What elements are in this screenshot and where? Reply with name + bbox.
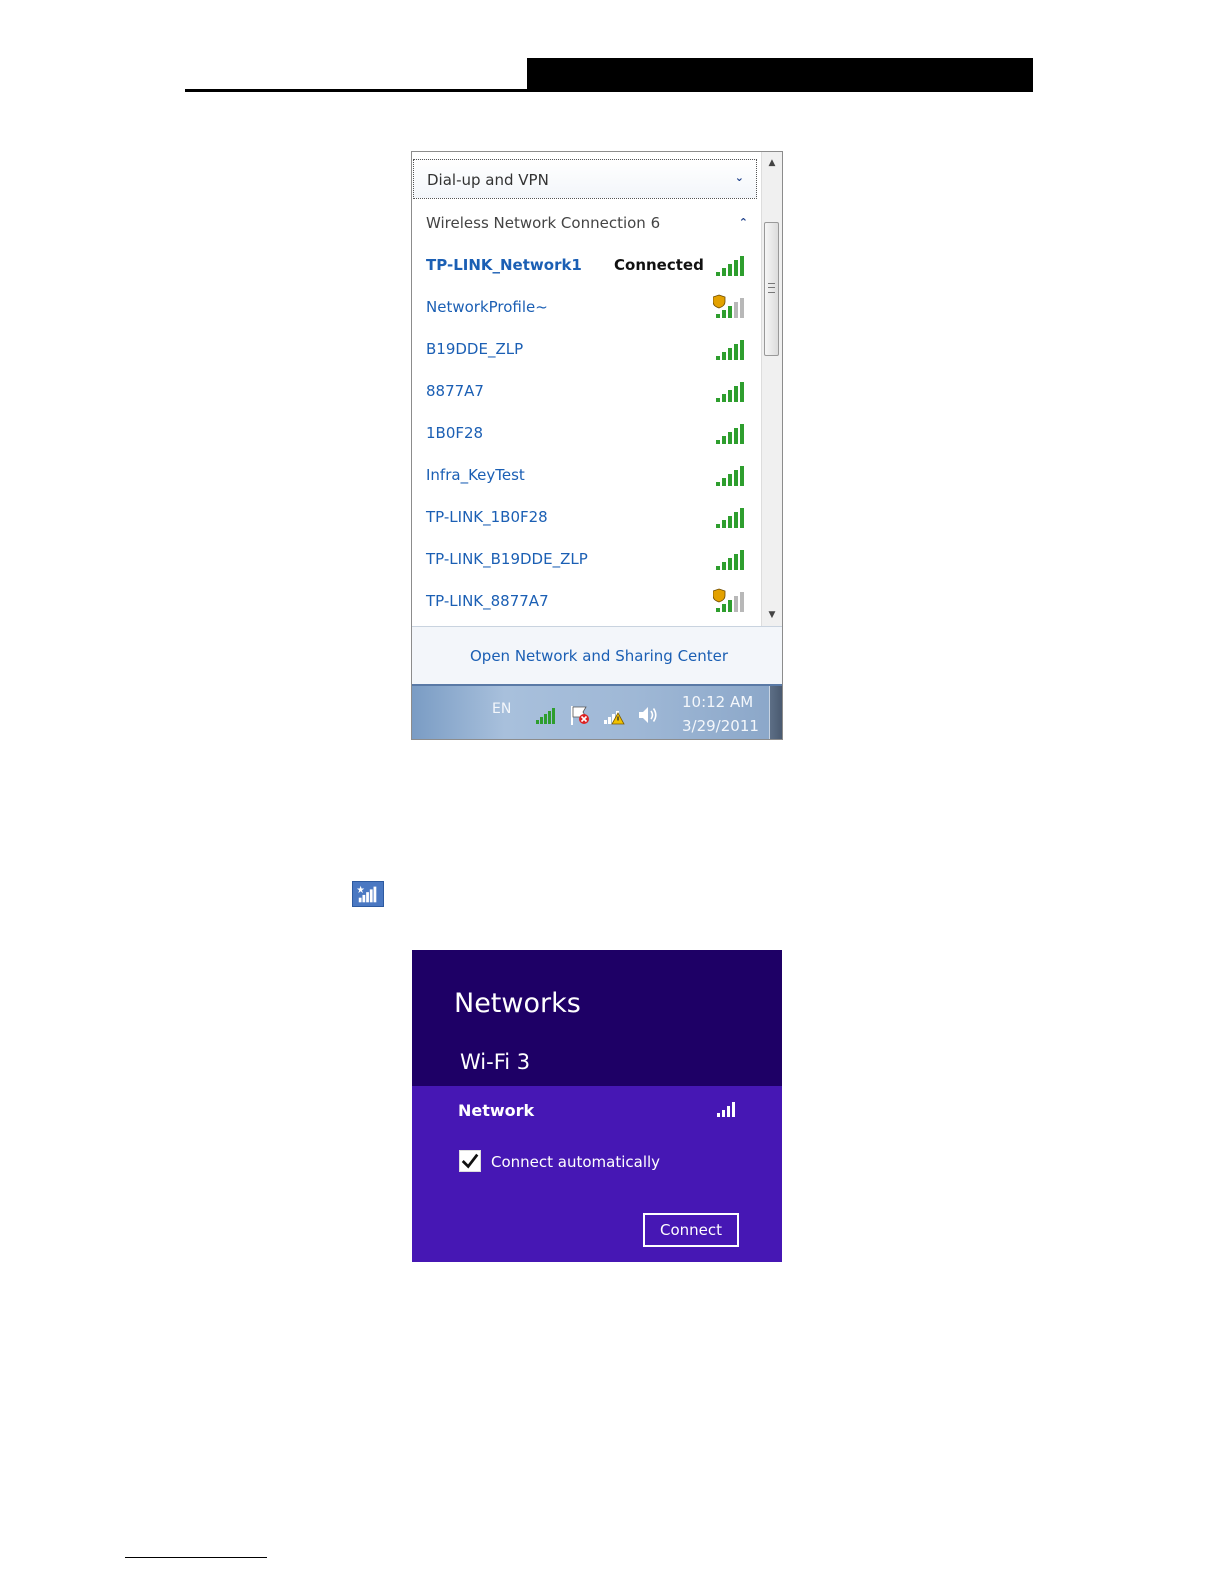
signal-strength-icon bbox=[716, 256, 744, 276]
grip-icon bbox=[768, 283, 775, 293]
network-name: B19DDE_ZLP bbox=[426, 340, 524, 358]
wireless-network-tray-icon bbox=[352, 881, 384, 907]
adapter-name: Wi-Fi 3 bbox=[460, 1050, 531, 1074]
wireless-signal-icon[interactable] bbox=[534, 704, 558, 726]
chevron-up-icon[interactable]: ⌃ bbox=[739, 216, 748, 229]
checkmark-icon bbox=[461, 1153, 479, 1169]
clock-time[interactable]: 10:12 AM bbox=[682, 693, 753, 711]
network-list: Dial-up and VPN ⌄ Wireless Network Conne… bbox=[412, 152, 760, 626]
network-name: Network bbox=[458, 1101, 535, 1120]
network-item[interactable]: Infra_KeyTest bbox=[412, 456, 760, 496]
dialup-vpn-header[interactable]: Dial-up and VPN ⌄ bbox=[413, 159, 757, 199]
panel-title: Networks bbox=[454, 988, 581, 1019]
dialup-vpn-label: Dial-up and VPN bbox=[427, 171, 549, 189]
network-name: NetworkProfile~ bbox=[426, 298, 548, 316]
signal-strength-icon bbox=[716, 424, 744, 444]
signal-strength-icon bbox=[716, 382, 744, 402]
section-header-wireless[interactable]: Wireless Network Connection 6 ⌃ bbox=[412, 204, 760, 244]
network-item[interactable]: 1B0F28 bbox=[412, 414, 760, 454]
scrollbar-thumb[interactable] bbox=[764, 222, 779, 356]
signal-strength-icon bbox=[716, 466, 744, 486]
connection-status: Connected bbox=[614, 256, 704, 274]
signal-strength-icon bbox=[716, 340, 744, 360]
network-warning-icon[interactable] bbox=[602, 704, 626, 726]
network-name: TP-LINK_8877A7 bbox=[426, 592, 549, 610]
network-name: 8877A7 bbox=[426, 382, 484, 400]
network-name: TP-LINK_1B0F28 bbox=[426, 508, 548, 526]
network-name: 1B0F28 bbox=[426, 424, 484, 442]
win7-network-flyout: Dial-up and VPN ⌄ Wireless Network Conne… bbox=[411, 151, 783, 740]
scroll-up-arrow-icon[interactable]: ▲ bbox=[762, 154, 782, 172]
clock-date[interactable]: 3/29/2011 bbox=[682, 717, 759, 735]
network-name: Infra_KeyTest bbox=[426, 466, 525, 484]
section-title: Wireless Network Connection 6 bbox=[426, 214, 661, 232]
wifi-signal-icon bbox=[717, 1102, 735, 1117]
connect-automatically-checkbox[interactable] bbox=[459, 1150, 481, 1172]
signal-strength-icon bbox=[716, 508, 744, 528]
selected-network-card[interactable]: Network Connect automatically Connect bbox=[412, 1086, 782, 1262]
language-indicator[interactable]: EN bbox=[492, 701, 511, 717]
network-item[interactable]: NetworkProfile~ bbox=[412, 288, 760, 328]
action-center-flag-icon[interactable] bbox=[568, 704, 592, 726]
network-name: TP-LINK_B19DDE_ZLP bbox=[426, 550, 588, 568]
network-item[interactable]: B19DDE_ZLP bbox=[412, 330, 760, 370]
network-item[interactable]: TP-LINK_Network1 Connected bbox=[412, 246, 760, 286]
network-item[interactable]: TP-LINK_1B0F28 bbox=[412, 498, 760, 538]
footnote-rule bbox=[125, 1557, 267, 1558]
page-header-bar bbox=[527, 58, 1033, 92]
chevron-down-icon[interactable]: ⌄ bbox=[735, 171, 744, 184]
network-item[interactable]: 8877A7 bbox=[412, 372, 760, 412]
taskbar: EN 10:12 AM 3/29/2011 bbox=[412, 684, 782, 739]
page-header-rule bbox=[185, 89, 1033, 92]
volume-speaker-icon[interactable] bbox=[636, 704, 660, 726]
network-name: TP-LINK_Network1 bbox=[426, 256, 582, 274]
scroll-down-arrow-icon[interactable]: ▼ bbox=[762, 606, 782, 624]
connect-automatically-label[interactable]: Connect automatically bbox=[491, 1153, 660, 1171]
network-item[interactable]: TP-LINK_8877A7 bbox=[412, 582, 760, 622]
signal-strength-icon bbox=[716, 550, 744, 570]
show-desktop-button[interactable] bbox=[769, 686, 782, 739]
network-item[interactable]: TP-LINK_B19DDE_ZLP bbox=[412, 540, 760, 580]
secured-signal-icon bbox=[713, 294, 744, 318]
flyout-footer: Open Network and Sharing Center bbox=[412, 626, 782, 684]
secured-signal-icon bbox=[713, 588, 744, 612]
scrollbar[interactable]: ▲ ▼ bbox=[761, 152, 782, 626]
win8-networks-panel: Networks Wi-Fi 3 Network Connect automat… bbox=[412, 950, 782, 1262]
connect-button[interactable]: Connect bbox=[643, 1213, 739, 1247]
open-network-sharing-center-link[interactable]: Open Network and Sharing Center bbox=[470, 647, 728, 665]
